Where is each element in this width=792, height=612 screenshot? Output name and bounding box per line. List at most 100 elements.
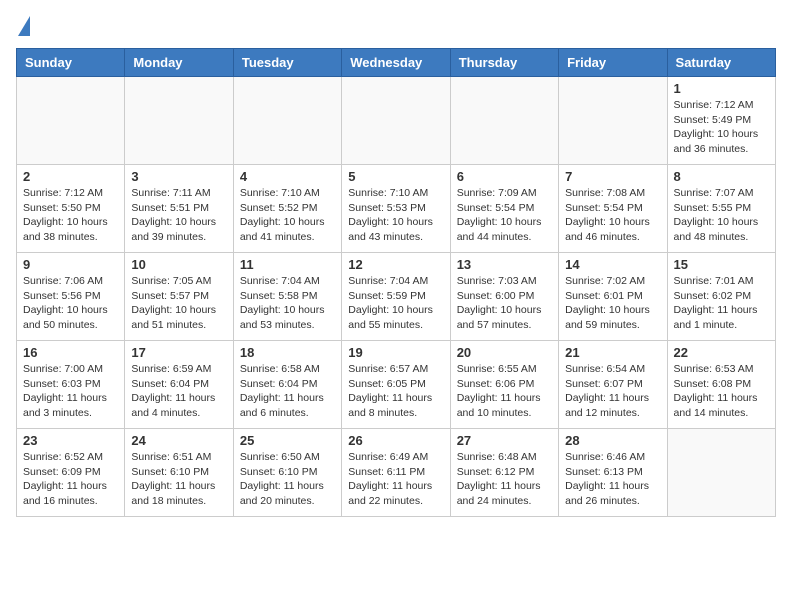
day-info: Sunrise: 6:58 AMSunset: 6:04 PMDaylight:… bbox=[240, 362, 335, 421]
calendar-day: 25 Sunrise: 6:50 AMSunset: 6:10 PMDayligh… bbox=[233, 429, 341, 517]
calendar-week-2: 2 Sunrise: 7:12 AMSunset: 5:50 PMDaylight… bbox=[17, 165, 776, 253]
day-number: 20 bbox=[457, 345, 552, 360]
calendar-day: 13 Sunrise: 7:03 AMSunset: 6:00 PMDayligh… bbox=[450, 253, 558, 341]
day-number: 27 bbox=[457, 433, 552, 448]
day-number: 17 bbox=[131, 345, 226, 360]
day-info: Sunrise: 7:10 AMSunset: 5:52 PMDaylight:… bbox=[240, 186, 335, 245]
day-info: Sunrise: 7:11 AMSunset: 5:51 PMDaylight:… bbox=[131, 186, 226, 245]
day-info: Sunrise: 7:02 AMSunset: 6:01 PMDaylight:… bbox=[565, 274, 660, 333]
day-number: 22 bbox=[674, 345, 769, 360]
weekday-header-tuesday: Tuesday bbox=[233, 49, 341, 77]
day-info: Sunrise: 7:08 AMSunset: 5:54 PMDaylight:… bbox=[565, 186, 660, 245]
day-number: 19 bbox=[348, 345, 443, 360]
day-info: Sunrise: 6:52 AMSunset: 6:09 PMDaylight:… bbox=[23, 450, 118, 509]
calendar-day: 28 Sunrise: 6:46 AMSunset: 6:13 PMDayligh… bbox=[559, 429, 667, 517]
day-number: 3 bbox=[131, 169, 226, 184]
day-number: 11 bbox=[240, 257, 335, 272]
calendar-day: 14 Sunrise: 7:02 AMSunset: 6:01 PMDayligh… bbox=[559, 253, 667, 341]
calendar-day bbox=[559, 77, 667, 165]
day-info: Sunrise: 7:09 AMSunset: 5:54 PMDaylight:… bbox=[457, 186, 552, 245]
calendar-header-row: SundayMondayTuesdayWednesdayThursdayFrid… bbox=[17, 49, 776, 77]
calendar-day: 10 Sunrise: 7:05 AMSunset: 5:57 PMDayligh… bbox=[125, 253, 233, 341]
calendar-day: 3 Sunrise: 7:11 AMSunset: 5:51 PMDaylight… bbox=[125, 165, 233, 253]
calendar-day: 16Sunrise: 7:00 AMSunset: 6:03 PMDayligh… bbox=[17, 341, 125, 429]
day-number: 9 bbox=[23, 257, 118, 272]
day-info: Sunrise: 6:48 AMSunset: 6:12 PMDaylight:… bbox=[457, 450, 552, 509]
day-number: 15 bbox=[674, 257, 769, 272]
calendar-day: 20 Sunrise: 6:55 AMSunset: 6:06 PMDayligh… bbox=[450, 341, 558, 429]
day-info: Sunrise: 6:51 AMSunset: 6:10 PMDaylight:… bbox=[131, 450, 226, 509]
calendar-day: 21 Sunrise: 6:54 AMSunset: 6:07 PMDayligh… bbox=[559, 341, 667, 429]
calendar-day: 15 Sunrise: 7:01 AMSunset: 6:02 PMDayligh… bbox=[667, 253, 775, 341]
calendar-day: 23 Sunrise: 6:52 AMSunset: 6:09 PMDayligh… bbox=[17, 429, 125, 517]
day-number: 10 bbox=[131, 257, 226, 272]
calendar-day: 12 Sunrise: 7:04 AMSunset: 5:59 PMDayligh… bbox=[342, 253, 450, 341]
day-number: 26 bbox=[348, 433, 443, 448]
calendar-week-3: 9 Sunrise: 7:06 AMSunset: 5:56 PMDaylight… bbox=[17, 253, 776, 341]
day-info: Sunrise: 7:04 AMSunset: 5:59 PMDaylight:… bbox=[348, 274, 443, 333]
weekday-header-saturday: Saturday bbox=[667, 49, 775, 77]
day-number: 14 bbox=[565, 257, 660, 272]
day-number: 25 bbox=[240, 433, 335, 448]
day-info: Sunrise: 7:03 AMSunset: 6:00 PMDaylight:… bbox=[457, 274, 552, 333]
day-number: 18 bbox=[240, 345, 335, 360]
calendar-day: 11 Sunrise: 7:04 AMSunset: 5:58 PMDayligh… bbox=[233, 253, 341, 341]
calendar-day: 27 Sunrise: 6:48 AMSunset: 6:12 PMDayligh… bbox=[450, 429, 558, 517]
day-info: Sunrise: 6:53 AMSunset: 6:08 PMDaylight:… bbox=[674, 362, 769, 421]
day-info: Sunrise: 7:01 AMSunset: 6:02 PMDaylight:… bbox=[674, 274, 769, 333]
day-info: Sunrise: 7:07 AMSunset: 5:55 PMDaylight:… bbox=[674, 186, 769, 245]
day-info: Sunrise: 7:06 AMSunset: 5:56 PMDaylight:… bbox=[23, 274, 118, 333]
calendar-week-5: 23 Sunrise: 6:52 AMSunset: 6:09 PMDayligh… bbox=[17, 429, 776, 517]
logo bbox=[16, 16, 30, 38]
day-number: 7 bbox=[565, 169, 660, 184]
calendar-week-4: 16Sunrise: 7:00 AMSunset: 6:03 PMDayligh… bbox=[17, 341, 776, 429]
weekday-header-friday: Friday bbox=[559, 49, 667, 77]
calendar-day: 24 Sunrise: 6:51 AMSunset: 6:10 PMDayligh… bbox=[125, 429, 233, 517]
calendar-day: 19 Sunrise: 6:57 AMSunset: 6:05 PMDayligh… bbox=[342, 341, 450, 429]
day-number: 4 bbox=[240, 169, 335, 184]
calendar-day: 6 Sunrise: 7:09 AMSunset: 5:54 PMDaylight… bbox=[450, 165, 558, 253]
day-number: 5 bbox=[348, 169, 443, 184]
calendar-day: 26Sunrise: 6:49 AMSunset: 6:11 PMDayligh… bbox=[342, 429, 450, 517]
day-number: 2 bbox=[23, 169, 118, 184]
weekday-header-wednesday: Wednesday bbox=[342, 49, 450, 77]
weekday-header-monday: Monday bbox=[125, 49, 233, 77]
page-header bbox=[16, 16, 776, 38]
day-number: 23 bbox=[23, 433, 118, 448]
day-info: Sunrise: 6:46 AMSunset: 6:13 PMDaylight:… bbox=[565, 450, 660, 509]
day-number: 6 bbox=[457, 169, 552, 184]
day-info: Sunrise: 6:50 AMSunset: 6:10 PMDaylight:… bbox=[240, 450, 335, 509]
calendar-day: 22 Sunrise: 6:53 AMSunset: 6:08 PMDayligh… bbox=[667, 341, 775, 429]
day-number: 1 bbox=[674, 81, 769, 96]
day-info: Sunrise: 7:10 AMSunset: 5:53 PMDaylight:… bbox=[348, 186, 443, 245]
calendar-week-1: 1 Sunrise: 7:12 AMSunset: 5:49 PMDaylight… bbox=[17, 77, 776, 165]
calendar-day: 8 Sunrise: 7:07 AMSunset: 5:55 PMDaylight… bbox=[667, 165, 775, 253]
calendar-table: SundayMondayTuesdayWednesdayThursdayFrid… bbox=[16, 48, 776, 517]
day-info: Sunrise: 6:54 AMSunset: 6:07 PMDaylight:… bbox=[565, 362, 660, 421]
day-number: 8 bbox=[674, 169, 769, 184]
day-number: 21 bbox=[565, 345, 660, 360]
day-number: 28 bbox=[565, 433, 660, 448]
day-info: Sunrise: 7:12 AMSunset: 5:50 PMDaylight:… bbox=[23, 186, 118, 245]
weekday-header-thursday: Thursday bbox=[450, 49, 558, 77]
day-number: 24 bbox=[131, 433, 226, 448]
calendar-day bbox=[450, 77, 558, 165]
calendar-day: 9 Sunrise: 7:06 AMSunset: 5:56 PMDaylight… bbox=[17, 253, 125, 341]
day-number: 13 bbox=[457, 257, 552, 272]
calendar-day: 1 Sunrise: 7:12 AMSunset: 5:49 PMDaylight… bbox=[667, 77, 775, 165]
calendar-day bbox=[125, 77, 233, 165]
calendar-day: 18 Sunrise: 6:58 AMSunset: 6:04 PMDayligh… bbox=[233, 341, 341, 429]
calendar-day bbox=[233, 77, 341, 165]
calendar-day bbox=[342, 77, 450, 165]
weekday-header-sunday: Sunday bbox=[17, 49, 125, 77]
calendar-day: 2 Sunrise: 7:12 AMSunset: 5:50 PMDaylight… bbox=[17, 165, 125, 253]
calendar-day: 17 Sunrise: 6:59 AMSunset: 6:04 PMDayligh… bbox=[125, 341, 233, 429]
day-info: Sunrise: 7:12 AMSunset: 5:49 PMDaylight:… bbox=[674, 98, 769, 157]
day-info: Sunrise: 6:55 AMSunset: 6:06 PMDaylight:… bbox=[457, 362, 552, 421]
day-info: Sunrise: 6:57 AMSunset: 6:05 PMDaylight:… bbox=[348, 362, 443, 421]
day-number: 12 bbox=[348, 257, 443, 272]
calendar-day: 5 Sunrise: 7:10 AMSunset: 5:53 PMDaylight… bbox=[342, 165, 450, 253]
day-info: Sunrise: 7:05 AMSunset: 5:57 PMDaylight:… bbox=[131, 274, 226, 333]
day-info: Sunrise: 7:04 AMSunset: 5:58 PMDaylight:… bbox=[240, 274, 335, 333]
day-info: Sunrise: 6:59 AMSunset: 6:04 PMDaylight:… bbox=[131, 362, 226, 421]
